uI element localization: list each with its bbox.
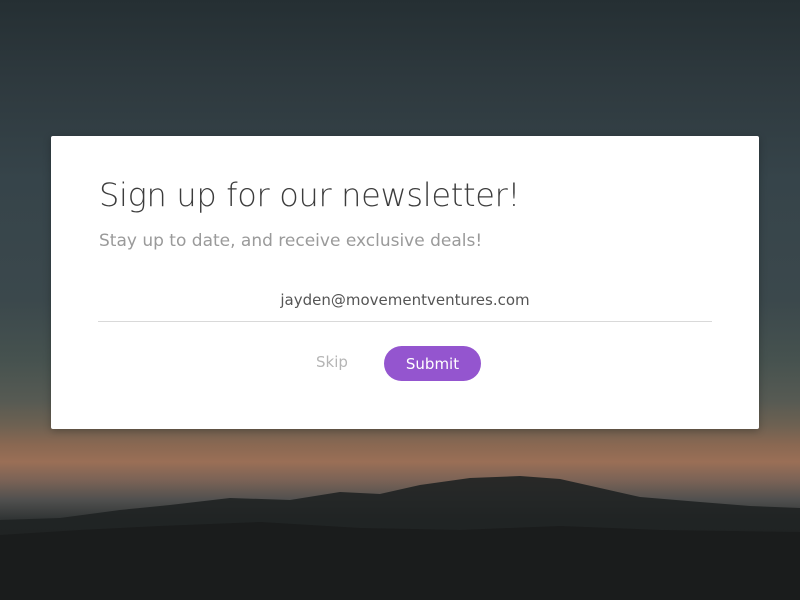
submit-button[interactable]: Submit: [384, 346, 481, 381]
email-field[interactable]: [98, 281, 712, 319]
email-field-wrapper: [98, 281, 712, 322]
newsletter-modal: Sign up for our newsletter! Stay up to d…: [51, 136, 759, 429]
modal-title: Sign up for our newsletter!: [99, 176, 521, 214]
modal-subtitle: Stay up to date, and receive exclusive d…: [99, 231, 483, 251]
skip-button[interactable]: Skip: [316, 353, 348, 371]
